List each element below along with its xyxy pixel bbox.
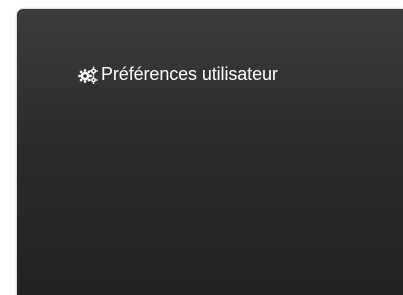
card-title: Préférences utilisateur <box>101 64 278 84</box>
user-preferences-card[interactable]: Préférences utilisateur <box>17 9 403 295</box>
cogs-icon <box>78 66 98 84</box>
card-header: Préférences utilisateur <box>78 64 278 85</box>
